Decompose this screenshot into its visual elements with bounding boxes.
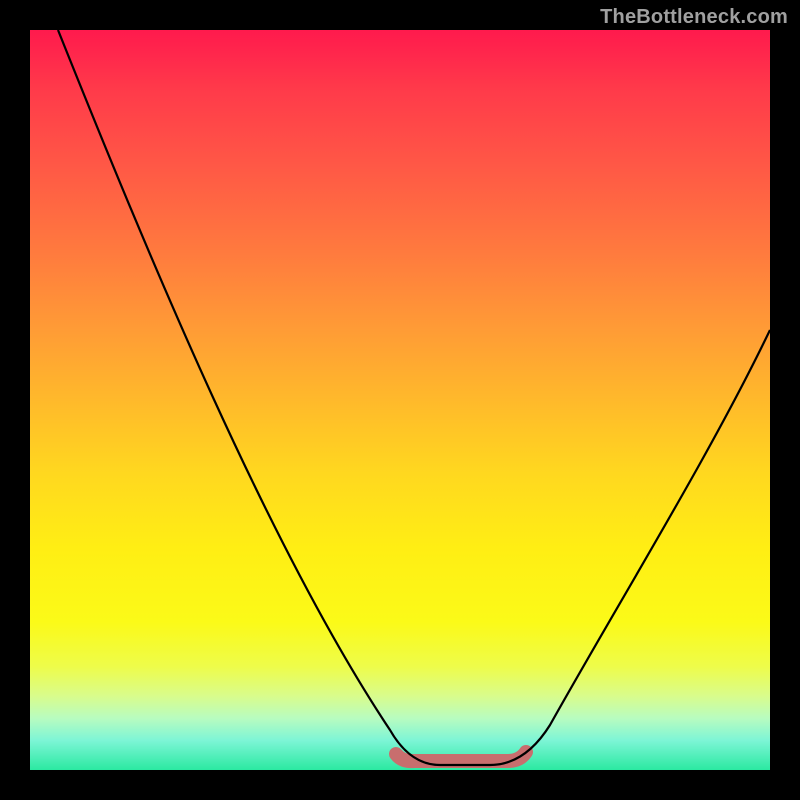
- chart-frame: TheBottleneck.com: [0, 0, 800, 800]
- sweet-spot-band: [396, 752, 526, 761]
- plot-area: [30, 30, 770, 770]
- chart-svg: [30, 30, 770, 770]
- bottleneck-curve: [58, 30, 770, 765]
- branding-watermark: TheBottleneck.com: [600, 6, 788, 29]
